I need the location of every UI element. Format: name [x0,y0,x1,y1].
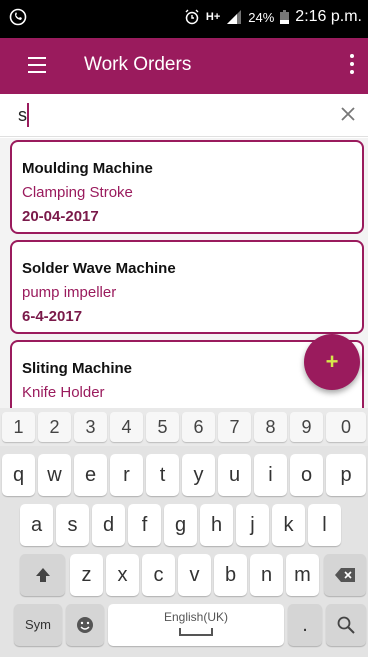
machine-name: Sliting Machine [22,360,133,377]
key-8[interactable]: 8 [254,412,287,442]
machine-name: Moulding Machine [22,160,153,177]
key-d[interactable]: d [92,504,125,546]
signal-icon [227,10,242,24]
text-cursor [27,103,29,127]
key-x[interactable]: x [106,554,139,596]
key-z[interactable]: z [70,554,103,596]
search-icon [337,616,355,634]
key-v[interactable]: v [178,554,211,596]
key-y[interactable]: y [182,454,215,496]
key-a[interactable]: a [20,504,53,546]
search-input[interactable] [18,102,318,128]
key-2[interactable]: 2 [38,412,71,442]
whatsapp-icon [9,8,27,26]
app-bar: Work Orders [0,38,368,94]
key-h[interactable]: h [200,504,233,546]
key-9[interactable]: 9 [290,412,323,442]
search-bar [0,94,368,137]
clear-search-icon[interactable] [338,104,358,124]
key-n[interactable]: n [250,554,283,596]
key-p[interactable]: p [326,454,366,496]
key-u[interactable]: u [218,454,251,496]
key-5[interactable]: 5 [146,412,179,442]
page-title: Work Orders [84,54,192,75]
sym-key[interactable]: Sym [14,604,62,646]
part-name: Clamping Stroke [22,184,133,201]
alarm-clock-icon [185,9,199,25]
key-w[interactable]: w [38,454,71,496]
key-g[interactable]: g [164,504,197,546]
shift-key[interactable] [20,554,65,596]
key-r[interactable]: r [110,454,143,496]
battery-icon [280,10,290,24]
key-k[interactable]: k [272,504,305,546]
work-order-card[interactable]: Solder Wave Machine pump impeller 6-4-20… [10,240,364,334]
backspace-key[interactable] [324,554,366,596]
backspace-icon [335,568,355,582]
emoji-key[interactable] [66,604,104,646]
key-4[interactable]: 4 [110,412,143,442]
key-3[interactable]: 3 [74,412,107,442]
key-1[interactable]: 1 [2,412,35,442]
search-key[interactable] [326,604,366,646]
key-o[interactable]: o [290,454,323,496]
space-key[interactable]: English(UK) [108,604,284,646]
key-6[interactable]: 6 [182,412,215,442]
key-7[interactable]: 7 [218,412,251,442]
key-f[interactable]: f [128,504,161,546]
order-date: 20-04-2017 [22,208,99,225]
key-0[interactable]: 0 [326,412,366,442]
menu-icon[interactable] [28,57,46,73]
key-i[interactable]: i [254,454,287,496]
key-m[interactable]: m [286,554,319,596]
part-name: pump impeller [22,284,117,301]
key-q[interactable]: q [2,454,35,496]
network-type: H+ [205,11,221,23]
part-name: Knife Holder [22,384,105,401]
work-order-card[interactable]: Moulding Machine Clamping Stroke 20-04-2… [10,140,364,234]
add-work-order-button[interactable]: + [304,334,360,390]
status-bar: H+ 24% 2:16 p.m. [0,0,368,38]
emoji-icon [77,617,93,633]
overflow-menu-icon[interactable] [350,54,354,76]
key-b[interactable]: b [214,554,247,596]
number-row: 1 2 3 4 5 6 7 8 9 0 [0,408,368,446]
order-date: 6-4-2017 [22,308,83,325]
space-bar-icon [179,628,213,636]
battery-percent: 24% [248,9,275,25]
key-t[interactable]: t [146,454,179,496]
key-j[interactable]: j [236,504,269,546]
key-c[interactable]: c [142,554,175,596]
shift-icon [35,568,50,582]
machine-name: Solder Wave Machine [22,260,176,277]
key-e[interactable]: e [74,454,107,496]
soft-keyboard: 1 2 3 4 5 6 7 8 9 0 q w e r t y u i o p … [0,408,368,657]
key-s[interactable]: s [56,504,89,546]
clock-time: 2:16 p.m. [295,8,362,25]
plus-icon: + [325,349,339,374]
period-key[interactable]: . [288,604,322,646]
key-l[interactable]: l [308,504,341,546]
